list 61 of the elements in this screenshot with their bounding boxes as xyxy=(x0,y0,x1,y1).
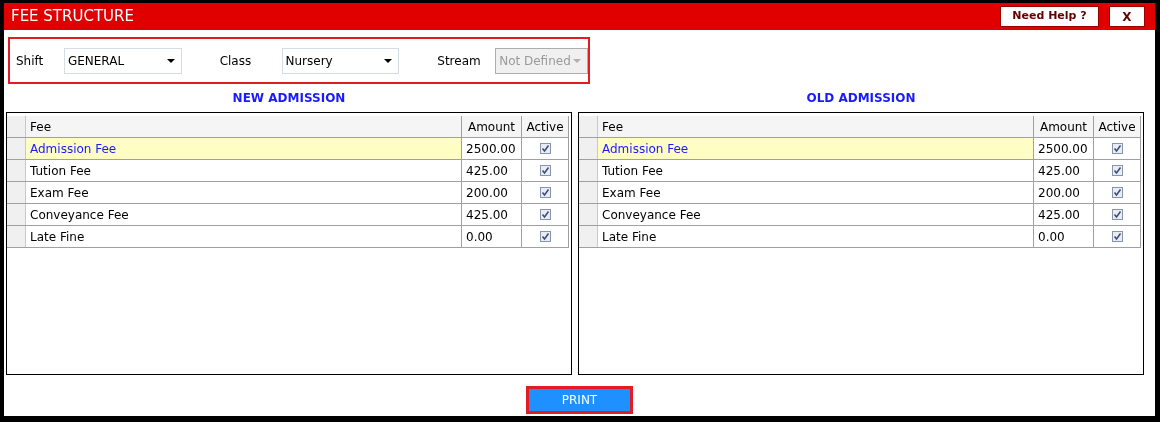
table-cell: 2500.00 xyxy=(1034,138,1094,159)
table-cell: Exam Fee xyxy=(598,182,1034,203)
window-title: FEE STRUCTURE xyxy=(11,6,134,28)
checkbox[interactable] xyxy=(539,231,551,242)
table-cell: 425.00 xyxy=(1034,204,1094,225)
field-label: Class xyxy=(218,52,253,70)
column-header[interactable]: Fee xyxy=(26,116,462,137)
row-header[interactable] xyxy=(579,226,598,247)
checkbox[interactable] xyxy=(1111,231,1123,242)
checkbox[interactable] xyxy=(1111,143,1123,154)
dropdown[interactable]: GENERAL xyxy=(63,47,182,74)
table-cell: 0.00 xyxy=(1034,226,1094,247)
table-cell: 0.00 xyxy=(462,226,522,247)
checkbox[interactable] xyxy=(539,209,551,220)
column-header[interactable]: Amount xyxy=(462,116,522,137)
caret-icon xyxy=(384,58,393,63)
row-header[interactable] xyxy=(7,160,26,181)
checkbox[interactable] xyxy=(539,165,551,176)
table-cell: Late Fine xyxy=(26,226,462,247)
row-header[interactable] xyxy=(7,138,26,159)
table-cell: 425.00 xyxy=(462,160,522,181)
column-header[interactable]: Active xyxy=(1094,116,1141,137)
row-header[interactable] xyxy=(579,182,598,203)
column-header[interactable]: Amount xyxy=(1034,116,1094,137)
caret-icon xyxy=(573,58,581,63)
field-label: Shift xyxy=(16,52,45,70)
table-cell: Conveyance Fee xyxy=(598,204,1034,225)
column-header[interactable]: Fee xyxy=(598,116,1034,137)
section-heading: NEW ADMISSION xyxy=(232,90,346,107)
table-cell: 200.00 xyxy=(1034,182,1094,203)
table-cell: 425.00 xyxy=(1034,160,1094,181)
table-cell: Late Fine xyxy=(598,226,1034,247)
row-header[interactable] xyxy=(579,160,598,181)
section-heading: OLD ADMISSION xyxy=(806,90,916,107)
checkbox[interactable] xyxy=(539,143,551,154)
row-header[interactable] xyxy=(579,204,598,225)
table-cell: 2500.00 xyxy=(462,138,522,159)
dropdown[interactable]: Nursery xyxy=(281,47,400,74)
checkbox[interactable] xyxy=(539,187,551,198)
table-cell: 200.00 xyxy=(462,182,522,203)
checkbox[interactable] xyxy=(1111,209,1123,220)
table-cell: Tution Fee xyxy=(26,160,462,181)
row-header[interactable] xyxy=(7,182,26,203)
checkbox[interactable] xyxy=(1111,165,1123,176)
checkbox[interactable] xyxy=(1111,187,1123,198)
row-header[interactable] xyxy=(579,138,598,159)
table-cell: Admission Fee xyxy=(26,138,462,159)
table-cell: Tution Fee xyxy=(598,160,1034,181)
table-cell: 425.00 xyxy=(462,204,522,225)
row-header[interactable] xyxy=(7,204,26,225)
table-cell: Conveyance Fee xyxy=(26,204,462,225)
close-button[interactable]: X xyxy=(1109,6,1145,27)
table-cell: Exam Fee xyxy=(26,182,462,203)
row-header[interactable] xyxy=(7,116,26,137)
row-header[interactable] xyxy=(7,226,26,247)
caret-icon xyxy=(166,58,175,63)
column-header[interactable]: Active xyxy=(522,116,569,137)
help-button[interactable]: Need Help ? xyxy=(1000,6,1099,27)
table-cell: Admission Fee xyxy=(598,138,1034,159)
field-label: Stream xyxy=(436,52,482,70)
row-header[interactable] xyxy=(579,116,598,137)
